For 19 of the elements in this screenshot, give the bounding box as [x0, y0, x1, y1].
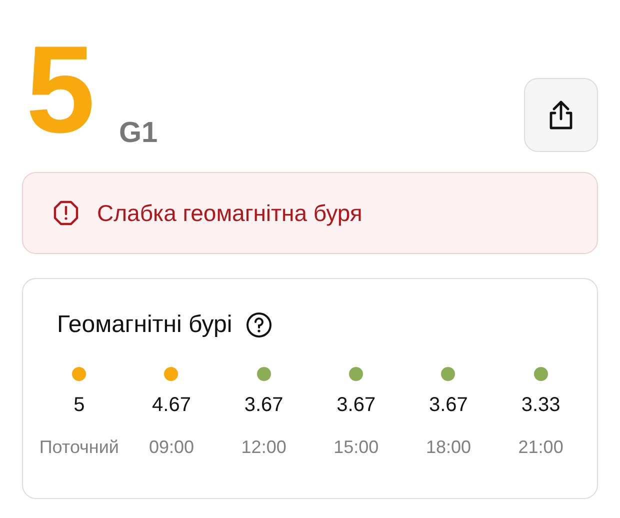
- time-label: 12:00: [241, 437, 286, 458]
- kp-value: 3.67: [244, 394, 284, 417]
- kp-value: 3.67: [336, 394, 376, 417]
- alert-text: Слабка геомагнітна буря: [97, 200, 362, 226]
- time-label: 09:00: [148, 437, 194, 458]
- kp-value: 3.67: [429, 394, 468, 417]
- kp-value: 5: [74, 394, 85, 417]
- kp-index-value: 5: [26, 32, 93, 150]
- kp-value: 4.67: [152, 394, 191, 417]
- time-label: Поточний: [39, 437, 119, 458]
- card-title: Геомагнітні бурі: [57, 311, 232, 339]
- share-button[interactable]: [524, 78, 598, 152]
- time-label: 21:00: [518, 437, 564, 458]
- time-label: 15:00: [334, 437, 379, 458]
- warning-icon: [53, 200, 79, 226]
- time-label: 18:00: [426, 437, 471, 458]
- kp-value: 3.33: [521, 394, 560, 417]
- storm-scale-label: G1: [118, 119, 158, 148]
- help-icon[interactable]: [246, 312, 272, 338]
